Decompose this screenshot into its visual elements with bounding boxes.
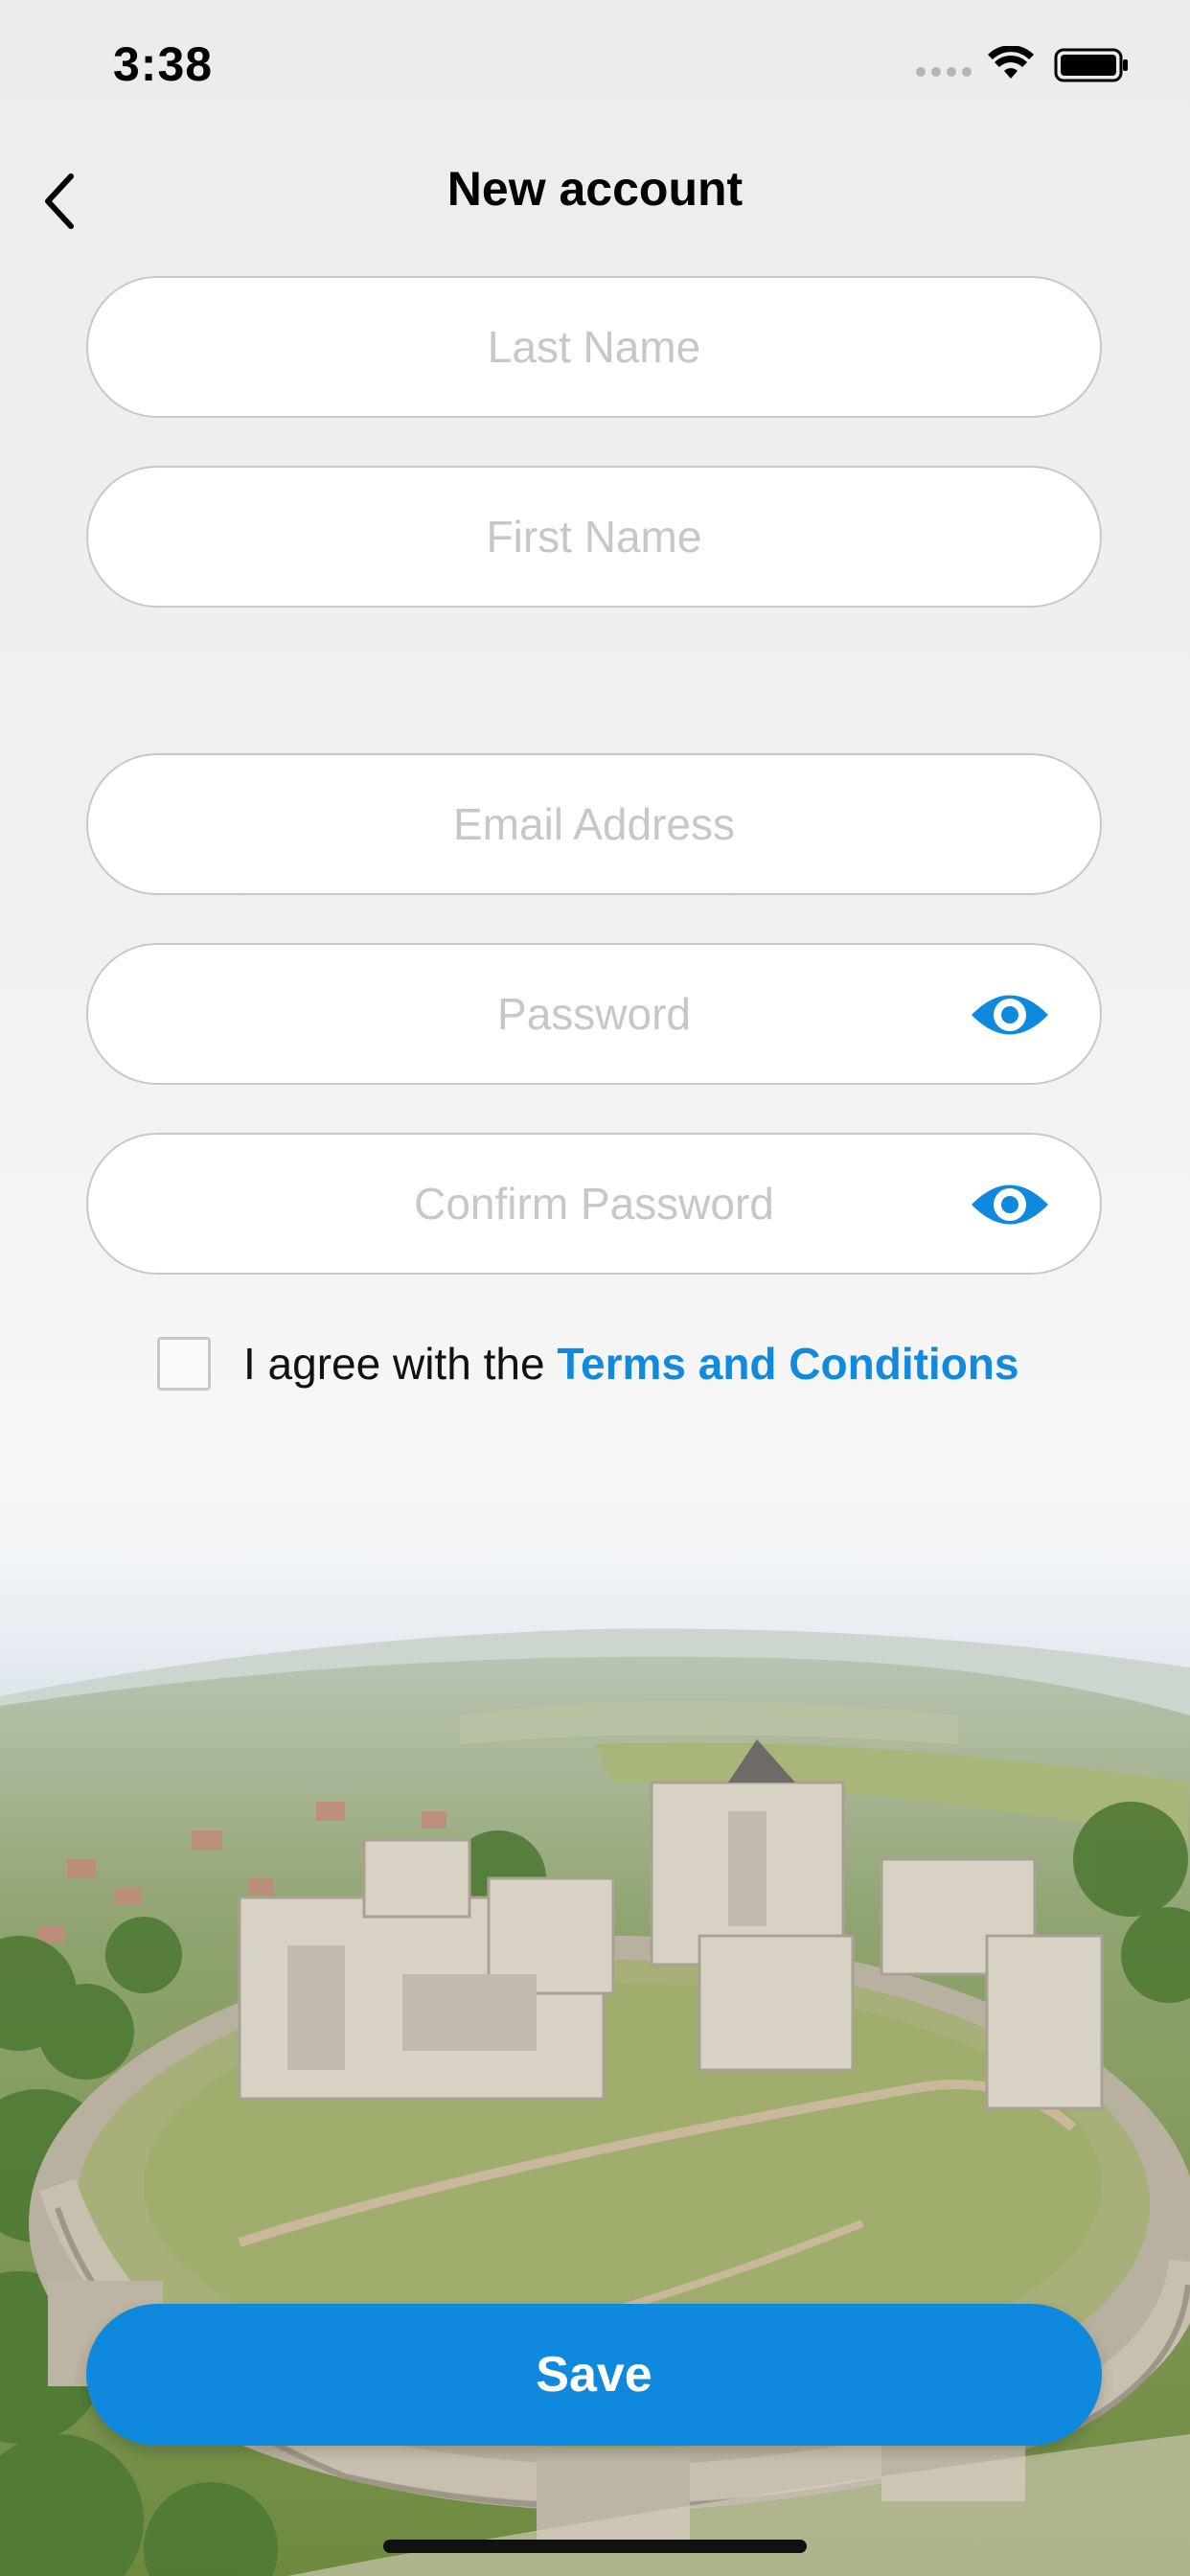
confirm-password-field bbox=[86, 1133, 1102, 1275]
terms-prefix: I agree with the bbox=[243, 1339, 558, 1389]
last-name-field bbox=[86, 276, 1102, 418]
eye-icon bbox=[972, 1184, 1048, 1225]
email-field bbox=[86, 753, 1102, 895]
home-indicator bbox=[383, 2540, 807, 2553]
status-bar: 3:38 bbox=[0, 0, 1190, 134]
confirm-password-visibility-toggle[interactable] bbox=[968, 1173, 1052, 1236]
cellular-signal-icon bbox=[916, 67, 972, 77]
save-button[interactable]: Save bbox=[86, 2304, 1102, 2446]
password-field bbox=[86, 943, 1102, 1085]
confirm-password-input[interactable] bbox=[88, 1135, 1100, 1273]
eye-icon bbox=[972, 995, 1048, 1035]
status-time: 3:38 bbox=[113, 37, 214, 91]
terms-and-conditions-link[interactable]: Terms and Conditions bbox=[557, 1339, 1018, 1389]
last-name-input[interactable] bbox=[88, 278, 1100, 416]
password-visibility-toggle[interactable] bbox=[968, 983, 1052, 1046]
email-input[interactable] bbox=[88, 755, 1100, 893]
battery-icon bbox=[1054, 48, 1128, 82]
page-title: New account bbox=[446, 162, 744, 216]
wifi-icon bbox=[988, 46, 1034, 79]
first-name-input[interactable] bbox=[88, 468, 1100, 606]
terms-text: I agree with the Terms and Conditions bbox=[243, 1338, 1018, 1390]
terms-row: I agree with the Terms and Conditions bbox=[157, 1332, 1018, 1395]
new-account-screen: 3:38 New account Last Name First Name Em… bbox=[0, 0, 1190, 2576]
terms-checkbox[interactable] bbox=[157, 1337, 211, 1391]
first-name-field bbox=[86, 466, 1102, 608]
password-input[interactable] bbox=[88, 945, 1100, 1083]
navigation-bar: New account bbox=[0, 144, 1190, 240]
